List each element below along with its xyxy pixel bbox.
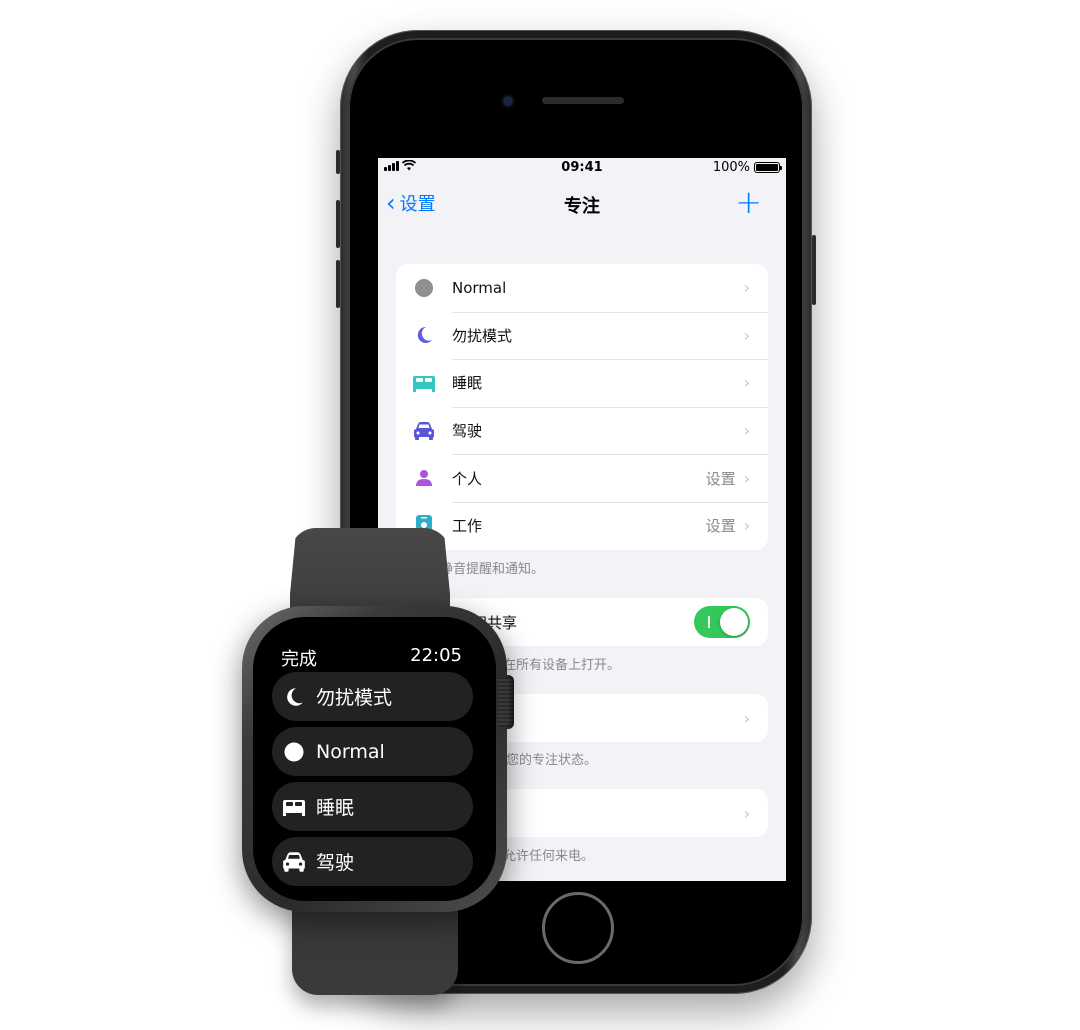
setup-label: 设置 (705, 517, 736, 536)
watch-time: 22:05 (410, 645, 462, 666)
setup-label: 设置 (705, 469, 736, 488)
watch-screen: 完成 22:05 勿扰模式 Normal 睡眠 驾驶 (253, 617, 496, 901)
chevron-right-icon: › (743, 373, 750, 393)
person-icon (416, 470, 432, 487)
mute-switch (336, 150, 340, 174)
chevron-right-icon: › (743, 278, 750, 298)
circle-icon (415, 278, 433, 297)
watch-focus-label: Normal (316, 740, 385, 763)
focus-mode-label: 工作 (452, 517, 483, 536)
digital-crown[interactable] (497, 675, 514, 729)
focus-mode-normal[interactable]: Normal › (396, 264, 768, 312)
add-focus-button[interactable]: + (735, 186, 762, 218)
focus-mode-label: 个人 (452, 469, 483, 488)
home-button[interactable] (542, 892, 614, 964)
bed-icon (283, 799, 305, 816)
watch-focus-label: 睡眠 (316, 797, 355, 819)
focus-mode-label: 勿扰模式 (452, 326, 513, 345)
watch-done-button[interactable]: 完成 (281, 645, 317, 671)
watch-header: 完成 22:05 (281, 645, 462, 671)
circle-icon (284, 742, 304, 761)
watch-focus-do-not-disturb[interactable]: 勿扰模式 (272, 672, 473, 721)
status-bar: 09:41 100% (378, 158, 786, 180)
watch-focus-sleep[interactable]: 睡眠 (272, 782, 473, 831)
watch-focus-label: 勿扰模式 (316, 687, 393, 709)
battery-percent: 100% (712, 160, 750, 175)
watch-focus-driving[interactable]: 驾驶 (272, 837, 473, 886)
chevron-right-icon: › (743, 708, 750, 728)
focus-mode-personal[interactable]: 个人 设置 › (396, 454, 768, 502)
focus-mode-driving[interactable]: 驾驶 › (396, 406, 768, 455)
chevron-right-icon: › (743, 516, 750, 536)
share-footer-note: 将在所有设备上打开。 (490, 658, 621, 673)
chevron-right-icon: › (743, 803, 750, 823)
watch-focus-normal[interactable]: Normal (272, 727, 473, 776)
car-icon (414, 421, 434, 440)
chevron-right-icon: › (743, 325, 750, 345)
chevron-right-icon: › (743, 468, 750, 488)
share-across-devices-toggle[interactable] (694, 606, 750, 638)
focus-mode-label: Normal (452, 278, 507, 297)
watch-focus-label: 驾驶 (316, 852, 355, 874)
chevron-right-icon: › (743, 421, 750, 441)
focus-mode-do-not-disturb[interactable]: 勿扰模式 › (396, 311, 768, 360)
focus-mode-label: 睡眠 (452, 374, 483, 393)
focus-mode-work[interactable]: 工作 设置 › (396, 501, 768, 550)
navigation-bar: ‹ 设置 专注 + (378, 186, 786, 222)
car-icon (283, 851, 305, 872)
earpiece-speaker (542, 97, 624, 104)
volume-up-button (336, 200, 340, 248)
moon-icon (287, 687, 303, 706)
moon-icon (417, 327, 432, 344)
page-title: 专注 (564, 196, 600, 217)
focus-modes-list: Normal › 勿扰模式 › 睡眠 › 驾驶 › 个人 设置 › 工作 设置 … (396, 264, 768, 550)
bed-icon (413, 375, 435, 392)
front-camera (503, 96, 513, 106)
focus-mode-sleep[interactable]: 睡眠 › (396, 359, 768, 407)
power-button (812, 235, 816, 305)
focus-mode-label: 驾驶 (452, 422, 483, 441)
volume-down-button (336, 260, 340, 308)
battery-icon (754, 162, 782, 173)
